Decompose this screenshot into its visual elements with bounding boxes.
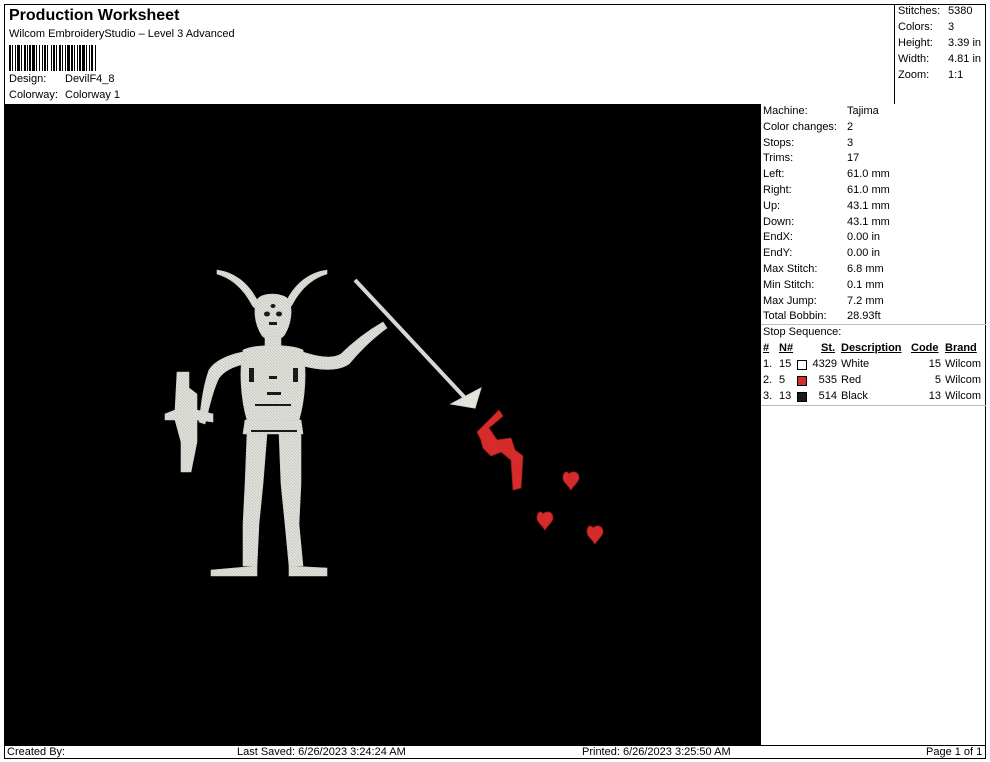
divider	[761, 405, 986, 406]
machine-info-panel: Stop Sequence: # N# St. Description Code…	[760, 104, 986, 745]
info-label: Down:	[763, 215, 795, 228]
barcode	[9, 45, 150, 71]
stitches-value: 5380	[948, 5, 973, 17]
colors-label: Colors:	[898, 21, 933, 33]
stitches-label: Stitches:	[898, 5, 941, 17]
info-label: EndY:	[763, 247, 793, 260]
info-value: 61.0 mm	[847, 168, 890, 181]
page-number: Page 1 of 1	[926, 746, 983, 758]
row-code: 13	[928, 389, 941, 402]
red-heart-drops	[476, 409, 604, 545]
colorway-label: Colorway:	[9, 89, 58, 101]
info-label: Trims:	[763, 152, 794, 165]
row-brand: Wilcom	[945, 358, 982, 370]
zoom-label: Zoom:	[898, 69, 930, 81]
colorway-name: Colorway 1	[65, 89, 121, 101]
row-code: 5	[934, 373, 941, 386]
col-description-header: Description	[841, 342, 902, 354]
row-needle: 13	[779, 389, 792, 402]
col-code-header: Code	[911, 342, 939, 354]
info-label: Left:	[763, 168, 785, 181]
stop-sequence-title: Stop Sequence:	[763, 326, 842, 338]
row-index: 1.	[763, 358, 773, 370]
row-stitches: 4329	[812, 358, 837, 370]
info-value: 7.2 mm	[847, 294, 884, 307]
page-title: Production Worksheet	[9, 7, 180, 24]
thread-color-swatch	[797, 360, 807, 370]
printed-date: Printed: 6/26/2023 3:25:50 AM	[582, 746, 731, 758]
info-value: 43.1 mm	[847, 199, 890, 212]
info-value: 6.8 mm	[847, 263, 884, 275]
row-needle: 15	[779, 358, 792, 370]
width-label: Width:	[898, 53, 930, 65]
design-name: DevilF4_8	[65, 73, 115, 85]
info-label: Stops:	[763, 136, 795, 149]
spear	[353, 278, 482, 409]
info-value: 17	[847, 152, 860, 165]
row-stitches: 514	[818, 389, 837, 402]
devil-figure	[164, 269, 388, 577]
info-label: Color changes:	[763, 120, 837, 133]
row-description: Red	[841, 373, 862, 386]
design-label: Design:	[9, 73, 47, 85]
zoom-value: 1:1	[948, 69, 964, 81]
info-label: Min Stitch:	[763, 278, 815, 291]
row-stitches: 535	[818, 373, 837, 386]
col-stitches-header: St.	[821, 342, 836, 354]
table-header-row: # N# St. Description Code Brand	[763, 342, 985, 357]
info-value: 61.0 mm	[847, 184, 890, 196]
worksheet-header: Production Worksheet Wilcom EmbroiderySt…	[5, 5, 895, 104]
row-index: 3.	[763, 389, 773, 402]
row-brand: Wilcom	[945, 373, 982, 386]
info-value: 28.93ft	[847, 310, 881, 323]
table-row: 3. 13 514 Black 13 Wilcom	[763, 390, 985, 405]
info-label: Machine:	[763, 105, 808, 117]
row-code: 15	[928, 358, 941, 370]
summary-panel: Stitches: 5380 Colors: 3 Height: 3.39 in…	[895, 5, 985, 104]
info-label: EndX:	[763, 231, 793, 244]
info-value: 0.00 in	[847, 247, 881, 260]
last-saved: Last Saved: 6/26/2023 3:24:24 AM	[237, 746, 406, 758]
info-label: Max Jump:	[763, 294, 817, 307]
info-label: Max Stitch:	[763, 263, 818, 275]
row-needle: 5	[779, 373, 786, 386]
col-n-header: N#	[779, 342, 794, 354]
info-value: 0.00 in	[847, 231, 881, 244]
thread-color-swatch	[797, 375, 807, 386]
info-value: Tajima	[847, 105, 879, 117]
info-value: 3	[847, 136, 854, 149]
embroidery-design-image	[164, 269, 604, 577]
created-by: Created By:	[7, 746, 66, 758]
info-label: Up:	[763, 199, 781, 212]
table-row: 1. 15 4329 White 15 Wilcom	[763, 358, 985, 373]
info-label: Total Bobbin:	[763, 310, 827, 323]
info-value: 0.1 mm	[847, 278, 884, 291]
width-value: 4.81 in	[948, 53, 982, 65]
col-index-header: #	[763, 342, 770, 354]
row-brand: Wilcom	[945, 389, 982, 402]
col-brand-header: Brand	[945, 342, 977, 354]
design-preview	[5, 104, 760, 745]
colors-value: 3	[948, 21, 955, 33]
info-label: Right:	[763, 184, 792, 196]
row-description: White	[841, 358, 870, 370]
thread-color-swatch	[797, 391, 807, 402]
height-label: Height:	[898, 37, 933, 49]
info-value: 2	[847, 120, 854, 133]
row-description: Black	[841, 389, 868, 402]
row-index: 2.	[763, 373, 773, 386]
worksheet-footer: Created By: Last Saved: 6/26/2023 3:24:2…	[5, 745, 985, 759]
software-subtitle: Wilcom EmbroideryStudio – Level 3 Advanc…	[9, 28, 235, 40]
barcode-bar	[96, 45, 97, 71]
height-value: 3.39 in	[948, 37, 982, 49]
table-row: 2. 5 535 Red 5 Wilcom	[763, 374, 985, 389]
info-value: 43.1 mm	[847, 215, 890, 228]
production-worksheet: Production Worksheet Wilcom EmbroiderySt…	[0, 0, 990, 762]
